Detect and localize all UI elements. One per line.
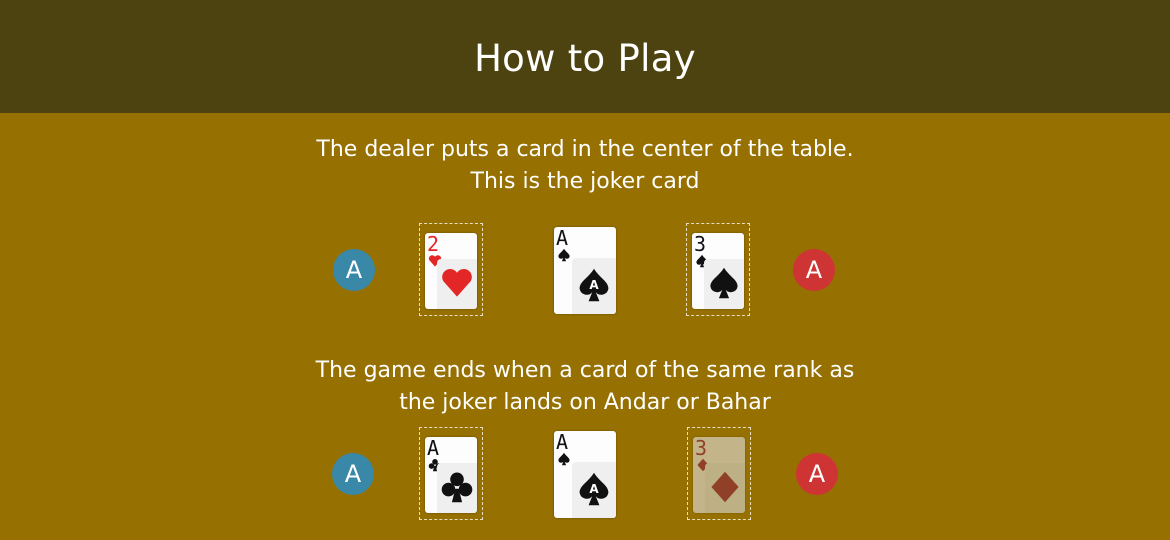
card-face: [704, 259, 744, 309]
joker-card-ace-spades: A A: [554, 431, 616, 518]
card-face-rank: A: [589, 482, 599, 496]
spade-icon: [558, 248, 570, 262]
spade-icon: [710, 267, 738, 299]
card-rank: 2: [427, 233, 440, 256]
header-bar: How to Play: [0, 0, 1170, 113]
step2-caption: The game ends when a card of the same ra…: [0, 355, 1170, 419]
step1-caption-line1: The dealer puts a card in the center of …: [316, 137, 854, 162]
card-face-rank: A: [589, 278, 599, 292]
card-rank: 3: [695, 437, 708, 460]
page-title: How to Play: [474, 37, 696, 80]
card-3-spades: 3: [692, 233, 744, 309]
andar-card-slot: 2: [419, 223, 483, 316]
card-3-diamonds: 3: [693, 437, 745, 513]
card-ace-clubs: A: [425, 437, 477, 513]
step1-caption: The dealer puts a card in the center of …: [0, 134, 1170, 198]
diamond-icon: [711, 471, 739, 503]
card-rank: A: [556, 227, 569, 250]
club-icon: [441, 472, 473, 503]
bahar-chip: A: [793, 249, 835, 291]
heart-icon: [442, 269, 472, 297]
andar-chip: A: [333, 249, 375, 291]
joker-card-ace-spades: A A: [554, 227, 616, 314]
bahar-card-slot: 3: [687, 427, 751, 520]
card-face: [705, 463, 745, 513]
step2-caption-line2: the joker lands on Andar or Bahar: [399, 390, 771, 415]
card-face: A: [572, 462, 616, 518]
card-face: A: [572, 258, 616, 314]
spade-icon: [558, 452, 570, 466]
card-rank: 3: [694, 233, 707, 256]
card-rank: A: [556, 431, 569, 454]
step1-caption-line2: This is the joker card: [470, 169, 700, 194]
bahar-chip: A: [796, 453, 838, 495]
card-rank: A: [427, 437, 440, 460]
card-face: [437, 259, 477, 309]
card-face: [437, 463, 477, 513]
bahar-card-slot: 3: [686, 223, 750, 316]
andar-card-slot: A: [419, 427, 483, 520]
card-2-hearts: 2: [425, 233, 477, 309]
step2-caption-line1: The game ends when a card of the same ra…: [315, 358, 855, 383]
andar-chip: A: [332, 453, 374, 495]
